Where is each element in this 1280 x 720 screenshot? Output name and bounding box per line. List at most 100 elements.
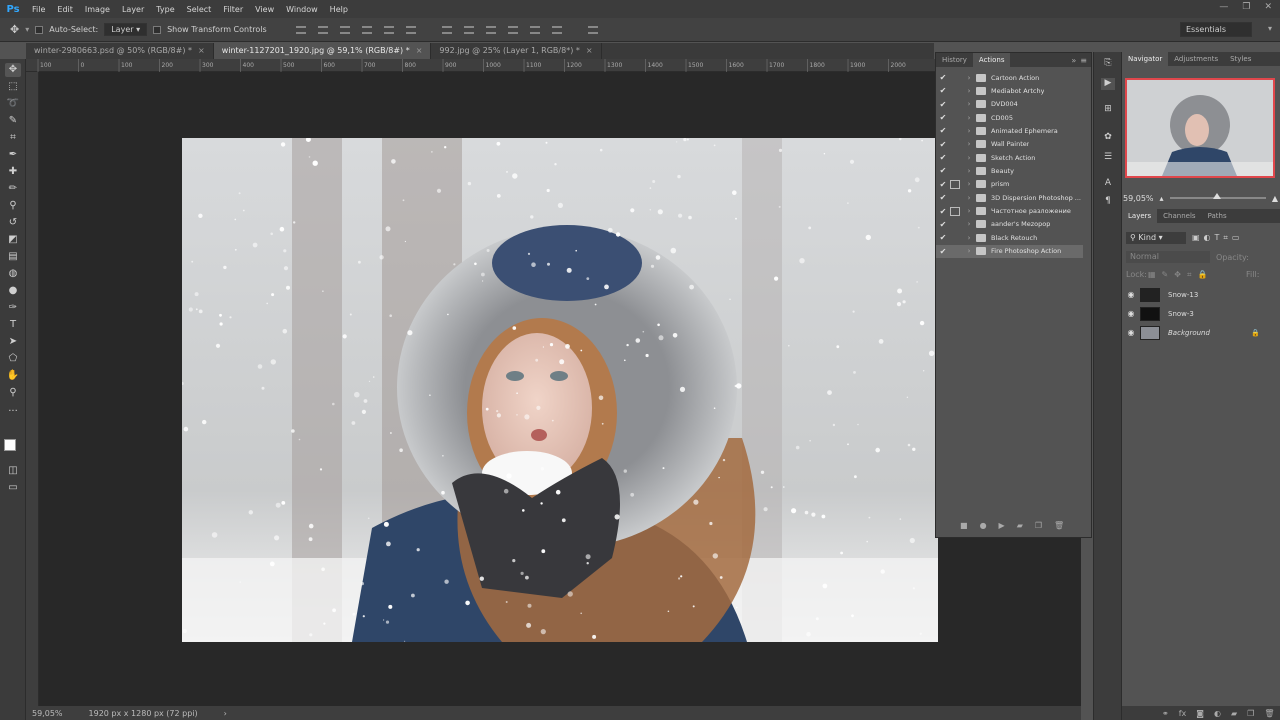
distribute-right-icon[interactable]	[551, 25, 562, 34]
action-set-row[interactable]: ✔ › Mediabot Artchy	[936, 84, 1083, 97]
menu-window[interactable]: Window	[280, 5, 324, 14]
clone-stamp-tool-icon[interactable]: ⚲	[5, 199, 21, 213]
close-tab-icon[interactable]: ×	[586, 46, 593, 55]
pen-tool-icon[interactable]: ✑	[5, 301, 21, 315]
action-set-row[interactable]: ✔ › Fire Photoshop Action	[936, 244, 1083, 258]
menu-help[interactable]: Help	[324, 5, 354, 14]
action-set-row[interactable]: ✔ › Beauty	[936, 164, 1083, 177]
layer-filter-kind-dropdown[interactable]: ⚲ Kind ▾	[1126, 232, 1186, 244]
eraser-tool-icon[interactable]: ◩	[5, 233, 21, 247]
expand-triangle-icon[interactable]: ›	[962, 180, 976, 188]
dialog-toggle-icon[interactable]	[950, 247, 960, 256]
zoom-in-icon[interactable]: ▲	[1272, 194, 1278, 203]
tab-navigator[interactable]: Navigator	[1122, 52, 1169, 66]
expand-triangle-icon[interactable]: ›	[962, 140, 976, 148]
zoom-slider-knob[interactable]	[1212, 193, 1221, 199]
doc-tab-2[interactable]: winter-1127201_1920.jpg @ 59,1% (RGB/8#)…	[213, 43, 432, 59]
status-zoom[interactable]: 59,05%	[32, 709, 63, 718]
expand-triangle-icon[interactable]: ›	[962, 127, 976, 135]
menu-file[interactable]: File	[26, 5, 51, 14]
dialog-toggle-icon[interactable]	[950, 153, 960, 162]
expand-triangle-icon[interactable]: ›	[962, 234, 976, 242]
layer-row[interactable]: ◉ Snow-3	[1122, 304, 1280, 323]
marquee-tool-icon[interactable]: ⬚	[5, 80, 21, 94]
panel-menu-icon[interactable]: ≡	[1080, 56, 1091, 65]
tab-paths[interactable]: Paths	[1202, 209, 1233, 223]
visibility-eye-icon[interactable]: ◉	[1122, 309, 1140, 318]
restore-icon[interactable]: ❐	[1242, 2, 1250, 12]
expand-triangle-icon[interactable]: ›	[962, 87, 976, 95]
foreground-color-swatch[interactable]	[4, 439, 16, 451]
menu-type[interactable]: Type	[150, 5, 180, 14]
menu-image[interactable]: Image	[79, 5, 116, 14]
toggle-checkmark-icon[interactable]: ✔	[936, 100, 950, 109]
quick-mask-icon[interactable]: ◫	[5, 464, 21, 478]
distribute-left-icon[interactable]	[507, 25, 518, 34]
close-tab-icon[interactable]: ×	[416, 46, 423, 55]
move-tool-icon[interactable]: ✥	[10, 23, 19, 36]
align-top-icon[interactable]	[295, 25, 306, 34]
menu-layer[interactable]: Layer	[116, 5, 150, 14]
type-tool-icon[interactable]: T	[5, 318, 21, 332]
distribute-bottom-icon[interactable]	[485, 25, 496, 34]
workspace-chevron-icon[interactable]: ▾	[1268, 24, 1272, 33]
action-set-row[interactable]: ✔ › Black Retouch	[936, 231, 1083, 244]
navigator-thumbnail[interactable]	[1125, 78, 1275, 178]
action-set-row[interactable]: ✔ › DVD004	[936, 98, 1083, 111]
dialog-toggle-icon[interactable]	[950, 86, 960, 95]
quick-select-tool-icon[interactable]: ✎	[5, 114, 21, 128]
layer-filter-icons[interactable]: ▣◐T⌗▭	[1192, 233, 1244, 243]
move-tool-icon[interactable]: ✥	[5, 63, 21, 77]
dialog-toggle-icon[interactable]	[950, 73, 960, 82]
tab-channels[interactable]: Channels	[1157, 209, 1201, 223]
toggle-checkmark-icon[interactable]: ✔	[936, 166, 950, 175]
dialog-toggle-icon[interactable]	[950, 126, 960, 135]
screen-mode-icon[interactable]: ▭	[5, 481, 21, 495]
tab-adjustments[interactable]: Adjustments	[1168, 52, 1224, 66]
toggle-checkmark-icon[interactable]: ✔	[936, 73, 950, 82]
tab-history[interactable]: History	[936, 53, 973, 67]
action-set-row[interactable]: ✔ › Wall Painter	[936, 138, 1083, 151]
zoom-out-icon[interactable]: ▴	[1160, 194, 1164, 203]
navigator-zoom-value[interactable]: 59,05%	[1123, 194, 1154, 203]
distribute-top-icon[interactable]	[441, 25, 452, 34]
trash-icon[interactable]: 🗑	[1054, 521, 1064, 530]
dialog-toggle-icon[interactable]	[950, 206, 960, 216]
expand-triangle-icon[interactable]: ›	[962, 220, 976, 228]
tool-preset-dropdown-icon[interactable]: ▾	[25, 25, 29, 34]
dialog-toggle-icon[interactable]	[950, 113, 960, 122]
link-layers-icon[interactable]: ⚭	[1162, 709, 1169, 718]
dialog-toggle-icon[interactable]	[950, 100, 960, 109]
brush-settings-icon[interactable]: ✿	[1101, 132, 1115, 144]
paragraph-panel-icon[interactable]: ¶	[1101, 196, 1115, 208]
new-group-icon[interactable]: ▰	[1231, 709, 1237, 718]
adjust-sliders-icon[interactable]: ☰	[1101, 152, 1115, 164]
more-tools-icon[interactable]: ···	[5, 405, 21, 419]
photoshop-logo-icon[interactable]: Ps	[0, 0, 26, 18]
visibility-eye-icon[interactable]: ◉	[1122, 290, 1140, 299]
action-set-row[interactable]: ✔ › prism	[936, 178, 1083, 191]
align-bottom-icon[interactable]	[339, 25, 350, 34]
distribute-vcenter-icon[interactable]	[463, 25, 474, 34]
expand-triangle-icon[interactable]: ›	[962, 247, 976, 255]
add-mask-icon[interactable]: ◙	[1196, 709, 1204, 718]
toggle-checkmark-icon[interactable]: ✔	[936, 153, 950, 162]
toggle-checkmark-icon[interactable]: ✔	[936, 193, 950, 202]
dialog-toggle-icon[interactable]	[950, 179, 960, 189]
expand-triangle-icon[interactable]: ›	[962, 114, 976, 122]
expand-triangle-icon[interactable]: ›	[962, 194, 976, 202]
lock-icons[interactable]: ▦✎✥⌗🔒	[1148, 270, 1213, 280]
action-set-row[interactable]: ✔ › Cartoon Action	[936, 71, 1083, 84]
workspace-dropdown[interactable]: Essentials	[1180, 22, 1252, 37]
toggle-checkmark-icon[interactable]: ✔	[936, 126, 950, 135]
auto-align-icon[interactable]	[587, 25, 598, 34]
menu-view[interactable]: View	[249, 5, 280, 14]
expand-triangle-icon[interactable]: ›	[962, 100, 976, 108]
dialog-toggle-icon[interactable]	[950, 193, 960, 202]
align-left-icon[interactable]	[361, 25, 372, 34]
action-set-row[interactable]: ✔ › Частотное разложение	[936, 205, 1083, 218]
visibility-eye-icon[interactable]: ◉	[1122, 328, 1140, 337]
stop-icon[interactable]: ■	[960, 521, 968, 530]
history-brush-tool-icon[interactable]: ↺	[5, 216, 21, 230]
adjustment-layer-icon[interactable]: ◐	[1214, 709, 1221, 718]
